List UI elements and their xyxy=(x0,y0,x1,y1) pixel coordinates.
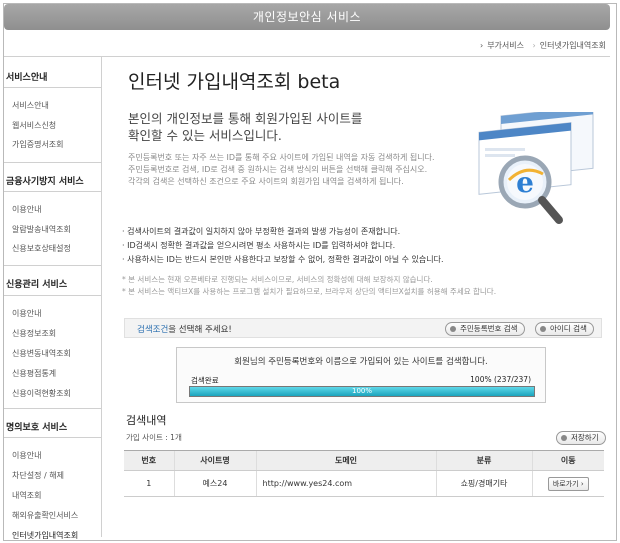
notice-item: · 검색사이트의 결과값이 일치하지 않아 부정확한 결과의 발생 가능성이 존… xyxy=(122,227,401,236)
sidebar-item[interactable]: 해외유출확인서비스 xyxy=(12,510,78,521)
divider xyxy=(4,265,101,266)
id-search-button[interactable]: 아이디 검색 xyxy=(535,322,594,336)
intro-description: 주민등록번호 또는 자주 쓰는 ID를 통해 주요 사이트에 가입된 내역을 자… xyxy=(128,152,435,188)
results-table: 번호 사이트명 도메인 분류 이동 1 예스24 http://www.yes2… xyxy=(124,450,604,497)
disclaimer-item: * 본 서비스는 현재 오픈베타로 진행되는 서비스이므로, 서비스의 정확성에… xyxy=(122,275,433,284)
sidebar-item[interactable]: 알람발송내역조회 xyxy=(12,224,71,235)
sidebar-item[interactable]: 이용안내 xyxy=(12,308,41,319)
disclaimer-item: * 본 서비스는 액티브X를 사용하는 프로그램 설치가 필요하므로, 브라우저… xyxy=(122,287,497,296)
desc-line-3: 각각의 검색은 선택하신 조건으로 주요 사이트의 회원가입 내역을 검색하게 … xyxy=(128,177,404,186)
save-button[interactable]: 저장하기 xyxy=(556,431,606,445)
breadcrumb-separator-icon: › xyxy=(532,41,536,50)
sidebar-section-title: 서비스안내 xyxy=(6,73,48,83)
sidebar-item[interactable]: 웹서비스신청 xyxy=(12,120,56,131)
ssn-search-button[interactable]: 주민등록번호 검색 xyxy=(445,322,525,336)
browser-search-illustration-icon: e xyxy=(478,112,594,224)
table-header-row: 번호 사이트명 도메인 분류 이동 xyxy=(124,450,604,471)
sidebar: 서비스안내 서비스안내 웹서비스신청 가입증명서조회 금융사기방지 서비스 이용안내 알람발… xyxy=(4,57,102,540)
col-site-name: 사이트명 xyxy=(173,450,256,471)
sidebar-item[interactable]: 인터넷가입내역조회 xyxy=(12,530,78,541)
col-number: 번호 xyxy=(124,450,174,471)
divider xyxy=(4,162,101,163)
desc-line-1: 주민등록번호 또는 자주 쓰는 ID를 통해 주요 사이트에 가입된 내역을 자… xyxy=(128,153,435,162)
intro-line-1: 본인의 개인정보를 통해 회원가입된 사이트를 xyxy=(128,111,363,126)
divider xyxy=(4,87,101,88)
notice-item: · 사용하시는 ID는 반드시 본인만 사용한다고 보장할 수 없어, 정확한 … xyxy=(122,255,444,264)
breadcrumb-item-current[interactable]: 인터넷가입내역조회 xyxy=(540,41,606,50)
sidebar-item[interactable]: 차단설정 / 해제 xyxy=(12,470,64,481)
sidebar-item[interactable]: 가입증명서조회 xyxy=(12,139,64,150)
progress-count: 100% (237/237) xyxy=(470,375,531,384)
notice-list: · 검색사이트의 결과값이 일치하지 않아 부정확한 결과의 발생 가능성이 존… xyxy=(122,225,444,267)
sidebar-section-title: 신용관리 서비스 xyxy=(6,280,68,290)
search-status: 검색완료 xyxy=(191,376,219,385)
sidebar-item[interactable]: 이용안내 xyxy=(12,204,41,215)
divider xyxy=(4,295,101,296)
col-domain: 도메인 xyxy=(255,450,436,471)
row-domain: http://www.yes24.com xyxy=(255,470,436,497)
results-count: 가입 사이트 : 1개 xyxy=(126,433,182,442)
table-row: 1 예스24 http://www.yes24.com 쇼핑/경매기타 바로가기… xyxy=(124,470,604,497)
divider xyxy=(4,191,101,192)
desc-line-2: 주민등록번호로 검색, ID로 검색 중 원하시는 검색 방식의 버튼을 선택해… xyxy=(128,165,428,174)
sidebar-item[interactable]: 서비스안내 xyxy=(12,100,49,111)
row-action-cell: 바로가기 › xyxy=(531,470,604,497)
sidebar-item[interactable]: 신용이력현황조회 xyxy=(12,388,71,399)
search-condition-bar: 검색조건을 선택해 주세요! 주민등록번호 검색 아이디 검색 xyxy=(124,318,602,338)
sidebar-item[interactable]: 신용변동내역조회 xyxy=(12,348,71,359)
row-number: 1 xyxy=(124,470,174,497)
intro-line-2: 확인할 수 있는 서비스입니다. xyxy=(128,128,282,143)
col-action: 이동 xyxy=(531,450,604,471)
breadcrumb: › 부가서비스 › 인터넷가입내역조회 xyxy=(476,40,606,51)
result-message: 회원님의 주민등록번호와 이름으로 가입되어 있는 사이트를 검색합니다. xyxy=(234,357,488,367)
row-category: 쇼핑/경매기타 xyxy=(435,470,532,497)
sidebar-item[interactable]: 신용정보조회 xyxy=(12,328,56,339)
progress-label: 100% xyxy=(351,387,372,395)
divider xyxy=(4,437,101,438)
page-title: 인터넷 가입내역조회 beta xyxy=(128,71,341,93)
sidebar-item[interactable]: 신용평점통계 xyxy=(12,368,56,379)
go-to-site-button[interactable]: 바로가기 › xyxy=(547,476,589,491)
header-title: 개인정보안심 서비스 xyxy=(4,4,610,30)
breadcrumb-item-addon[interactable]: 부가서비스 xyxy=(487,41,524,50)
notice-item: · ID검색시 정확한 결과값을 얻으시려면 평소 사용하시는 ID를 입력하셔… xyxy=(122,241,396,250)
disclaimer-list: * 본 서비스는 현재 오픈베타로 진행되는 서비스이므로, 서비스의 정확성에… xyxy=(122,274,496,298)
sidebar-item[interactable]: 이용안내 xyxy=(12,450,41,461)
divider xyxy=(4,408,101,409)
results-title: 검색내역 xyxy=(126,414,167,427)
main-content: 인터넷 가입내역조회 beta 본인의 개인정보를 통해 회원가입된 사이트를 … xyxy=(118,57,610,537)
intro-heading: 본인의 개인정보를 통해 회원가입된 사이트를 확인할 수 있는 서비스입니다. xyxy=(128,110,362,144)
row-site-name: 예스24 xyxy=(173,470,256,497)
progress-bar: 100% xyxy=(189,386,535,397)
sidebar-item[interactable]: 신용보호상태설정 xyxy=(12,243,71,254)
search-result-panel: 회원님의 주민등록번호와 이름으로 가입되어 있는 사이트를 검색합니다. 검색… xyxy=(176,347,546,403)
sidebar-section-title: 금융사기방지 서비스 xyxy=(6,177,84,187)
sidebar-item[interactable]: 내역조회 xyxy=(12,490,41,501)
breadcrumb-separator-icon: › xyxy=(479,41,484,50)
sidebar-section-title: 명의보호 서비스 xyxy=(6,423,68,433)
search-condition-label: 검색조건을 선택해 주세요! xyxy=(137,325,232,335)
col-category: 분류 xyxy=(435,450,532,471)
